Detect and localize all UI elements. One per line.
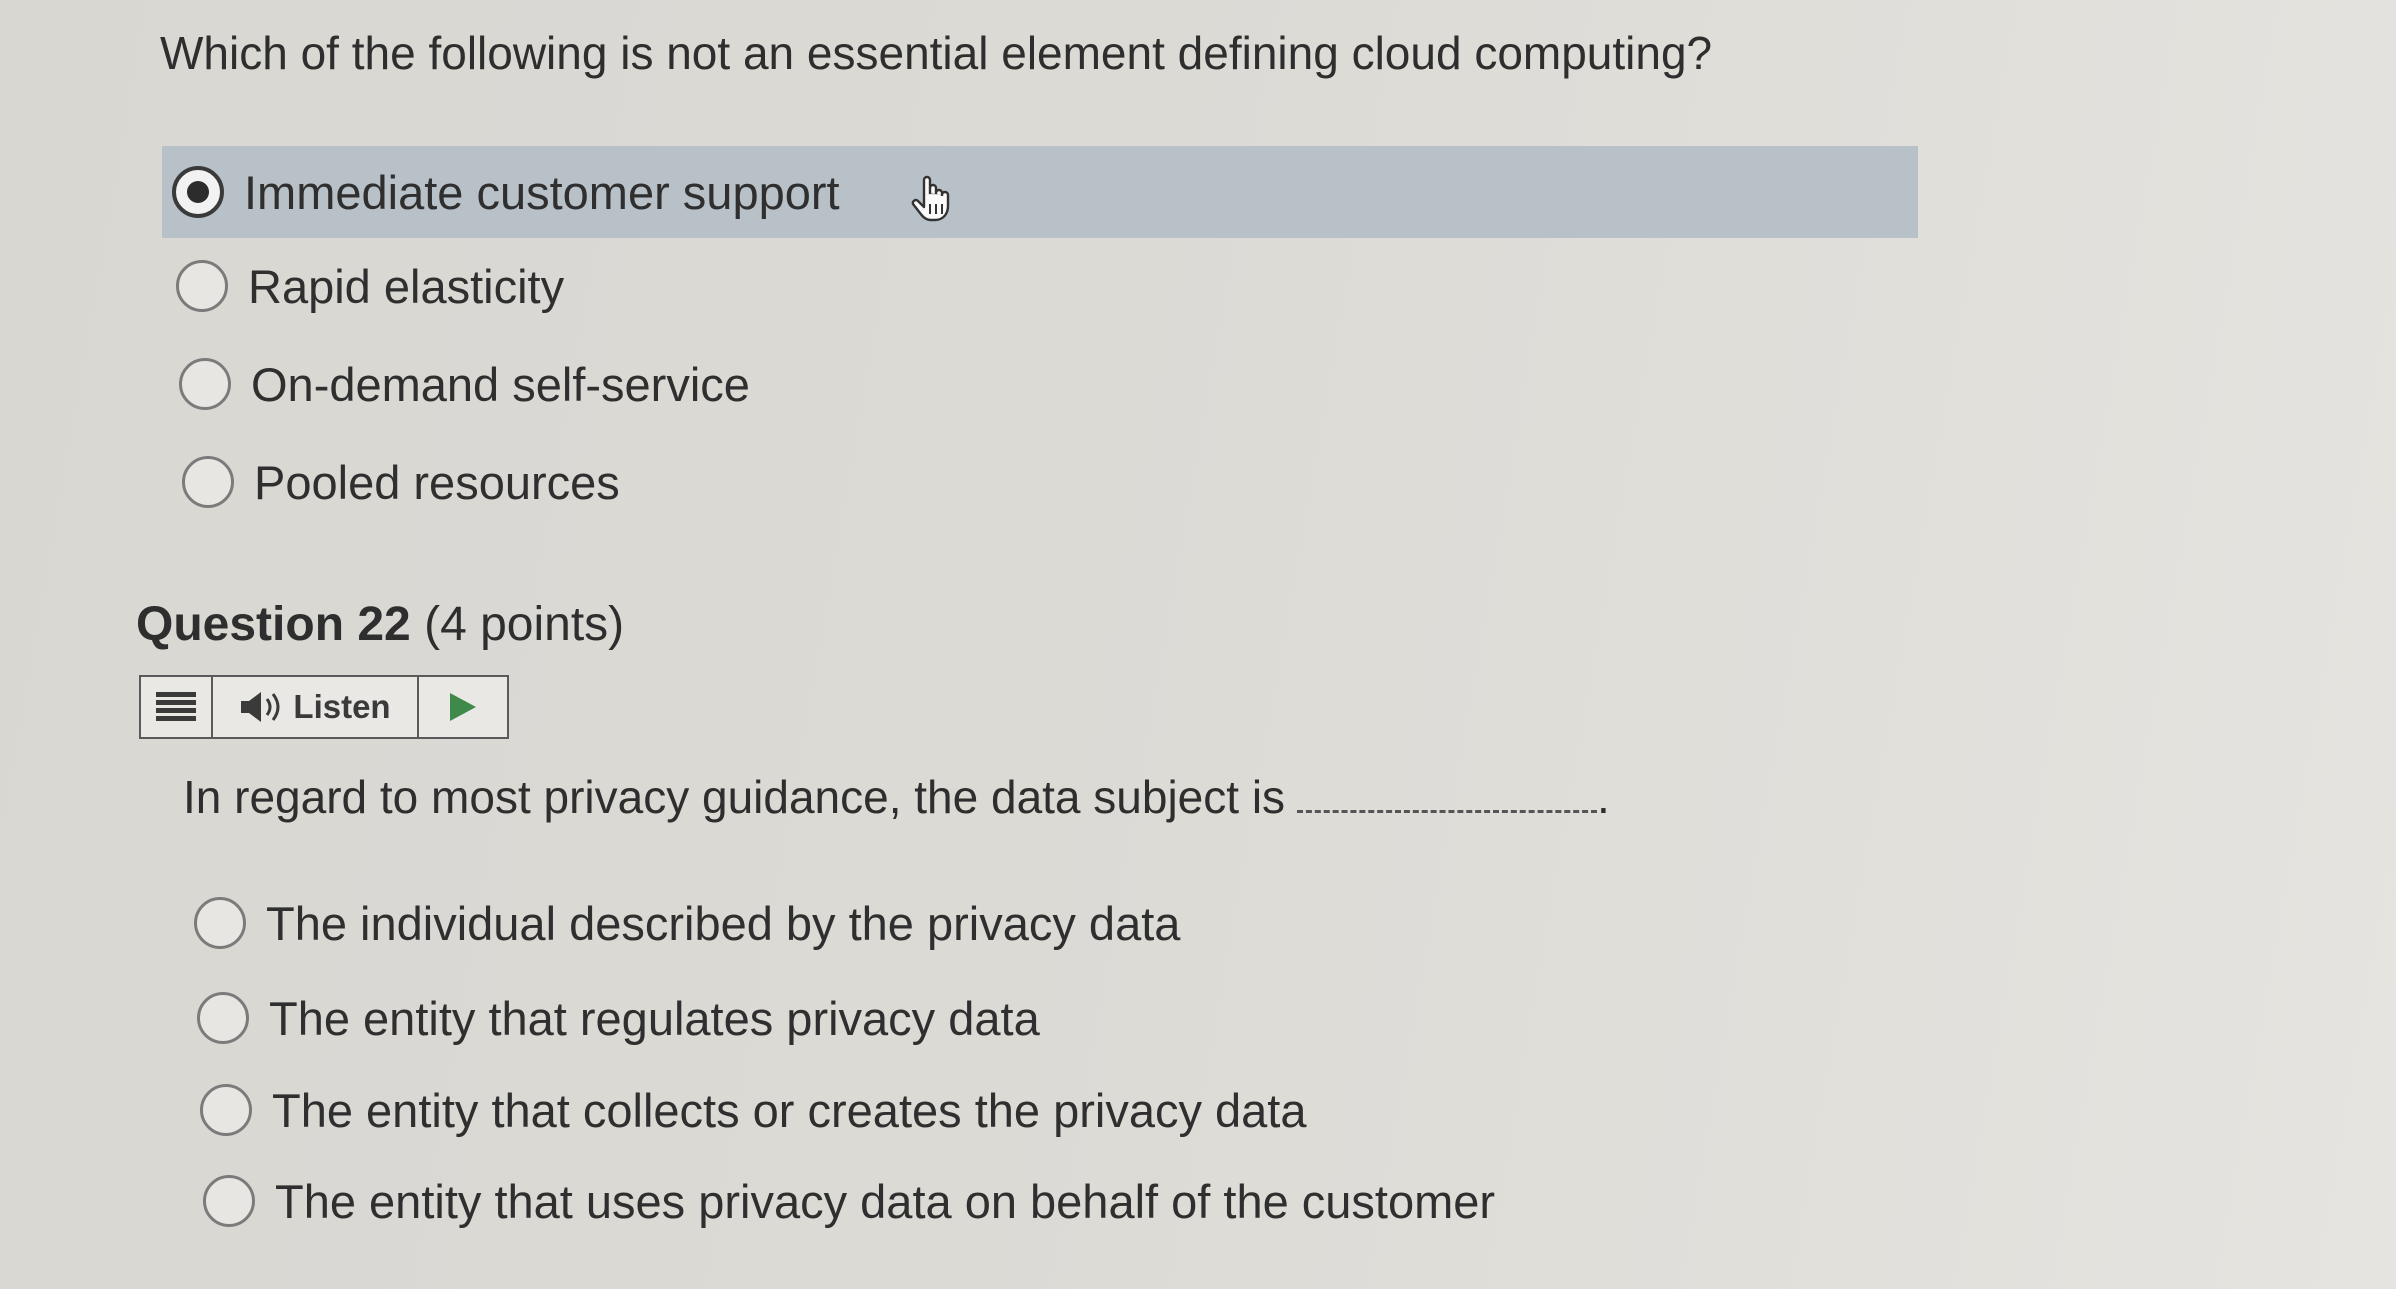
radio-button[interactable] (200, 1084, 252, 1136)
radio-button[interactable] (203, 1175, 255, 1227)
radio-button[interactable] (179, 358, 231, 410)
menu-icon (156, 692, 196, 721)
listen-label: Listen (293, 688, 391, 725)
radio-button[interactable] (176, 260, 228, 312)
option-pooled-resources[interactable]: Pooled resources (162, 436, 620, 528)
radio-button[interactable] (197, 992, 249, 1044)
speaker-icon (241, 692, 280, 722)
option-label: The entity that uses privacy data on beh… (275, 1174, 1496, 1228)
play-icon (450, 693, 476, 721)
option-on-demand-self-service[interactable]: On-demand self-service (162, 338, 750, 430)
question-prompt: In regard to most privacy guidance, the … (183, 770, 1610, 824)
option-immediate-customer-support[interactable]: Immediate customer support (162, 146, 1918, 238)
listen-button[interactable]: Listen (213, 677, 419, 737)
question-prompt: Which of the following is not an essenti… (160, 27, 1713, 79)
prompt-end: . (1597, 771, 1610, 823)
prompt-text: In regard to most privacy guidance, the … (183, 771, 1286, 823)
option-entity-collects[interactable]: The entity that collects or creates the … (200, 1064, 1307, 1156)
option-individual-described[interactable]: The individual described by the privacy … (194, 877, 1180, 969)
option-label: The entity that collects or creates the … (272, 1083, 1307, 1137)
option-label: The individual described by the privacy … (266, 896, 1181, 950)
option-label: The entity that regulates privacy data (269, 991, 1040, 1045)
play-button[interactable] (419, 677, 507, 737)
radio-button[interactable] (182, 456, 234, 508)
menu-button[interactable] (141, 677, 213, 737)
radio-button[interactable] (194, 897, 246, 949)
listen-toolbar: Listen (139, 675, 509, 739)
option-entity-uses[interactable]: The entity that uses privacy data on beh… (203, 1155, 1495, 1247)
answer-blank (1297, 774, 1598, 813)
option-label: Rapid elasticity (248, 259, 565, 313)
question-points: (4 points) (424, 598, 625, 651)
radio-button-selected[interactable] (172, 166, 224, 218)
option-entity-regulates[interactable]: The entity that regulates privacy data (197, 972, 1040, 1064)
hand-cursor-icon (910, 174, 954, 229)
question-number: Question 22 (136, 598, 411, 651)
question-heading: Question 22 (4 points) (136, 597, 624, 652)
option-label: Immediate customer support (244, 165, 840, 219)
option-label: Pooled resources (254, 455, 620, 509)
option-rapid-elasticity[interactable]: Rapid elasticity (162, 240, 564, 332)
option-label: On-demand self-service (251, 357, 750, 411)
